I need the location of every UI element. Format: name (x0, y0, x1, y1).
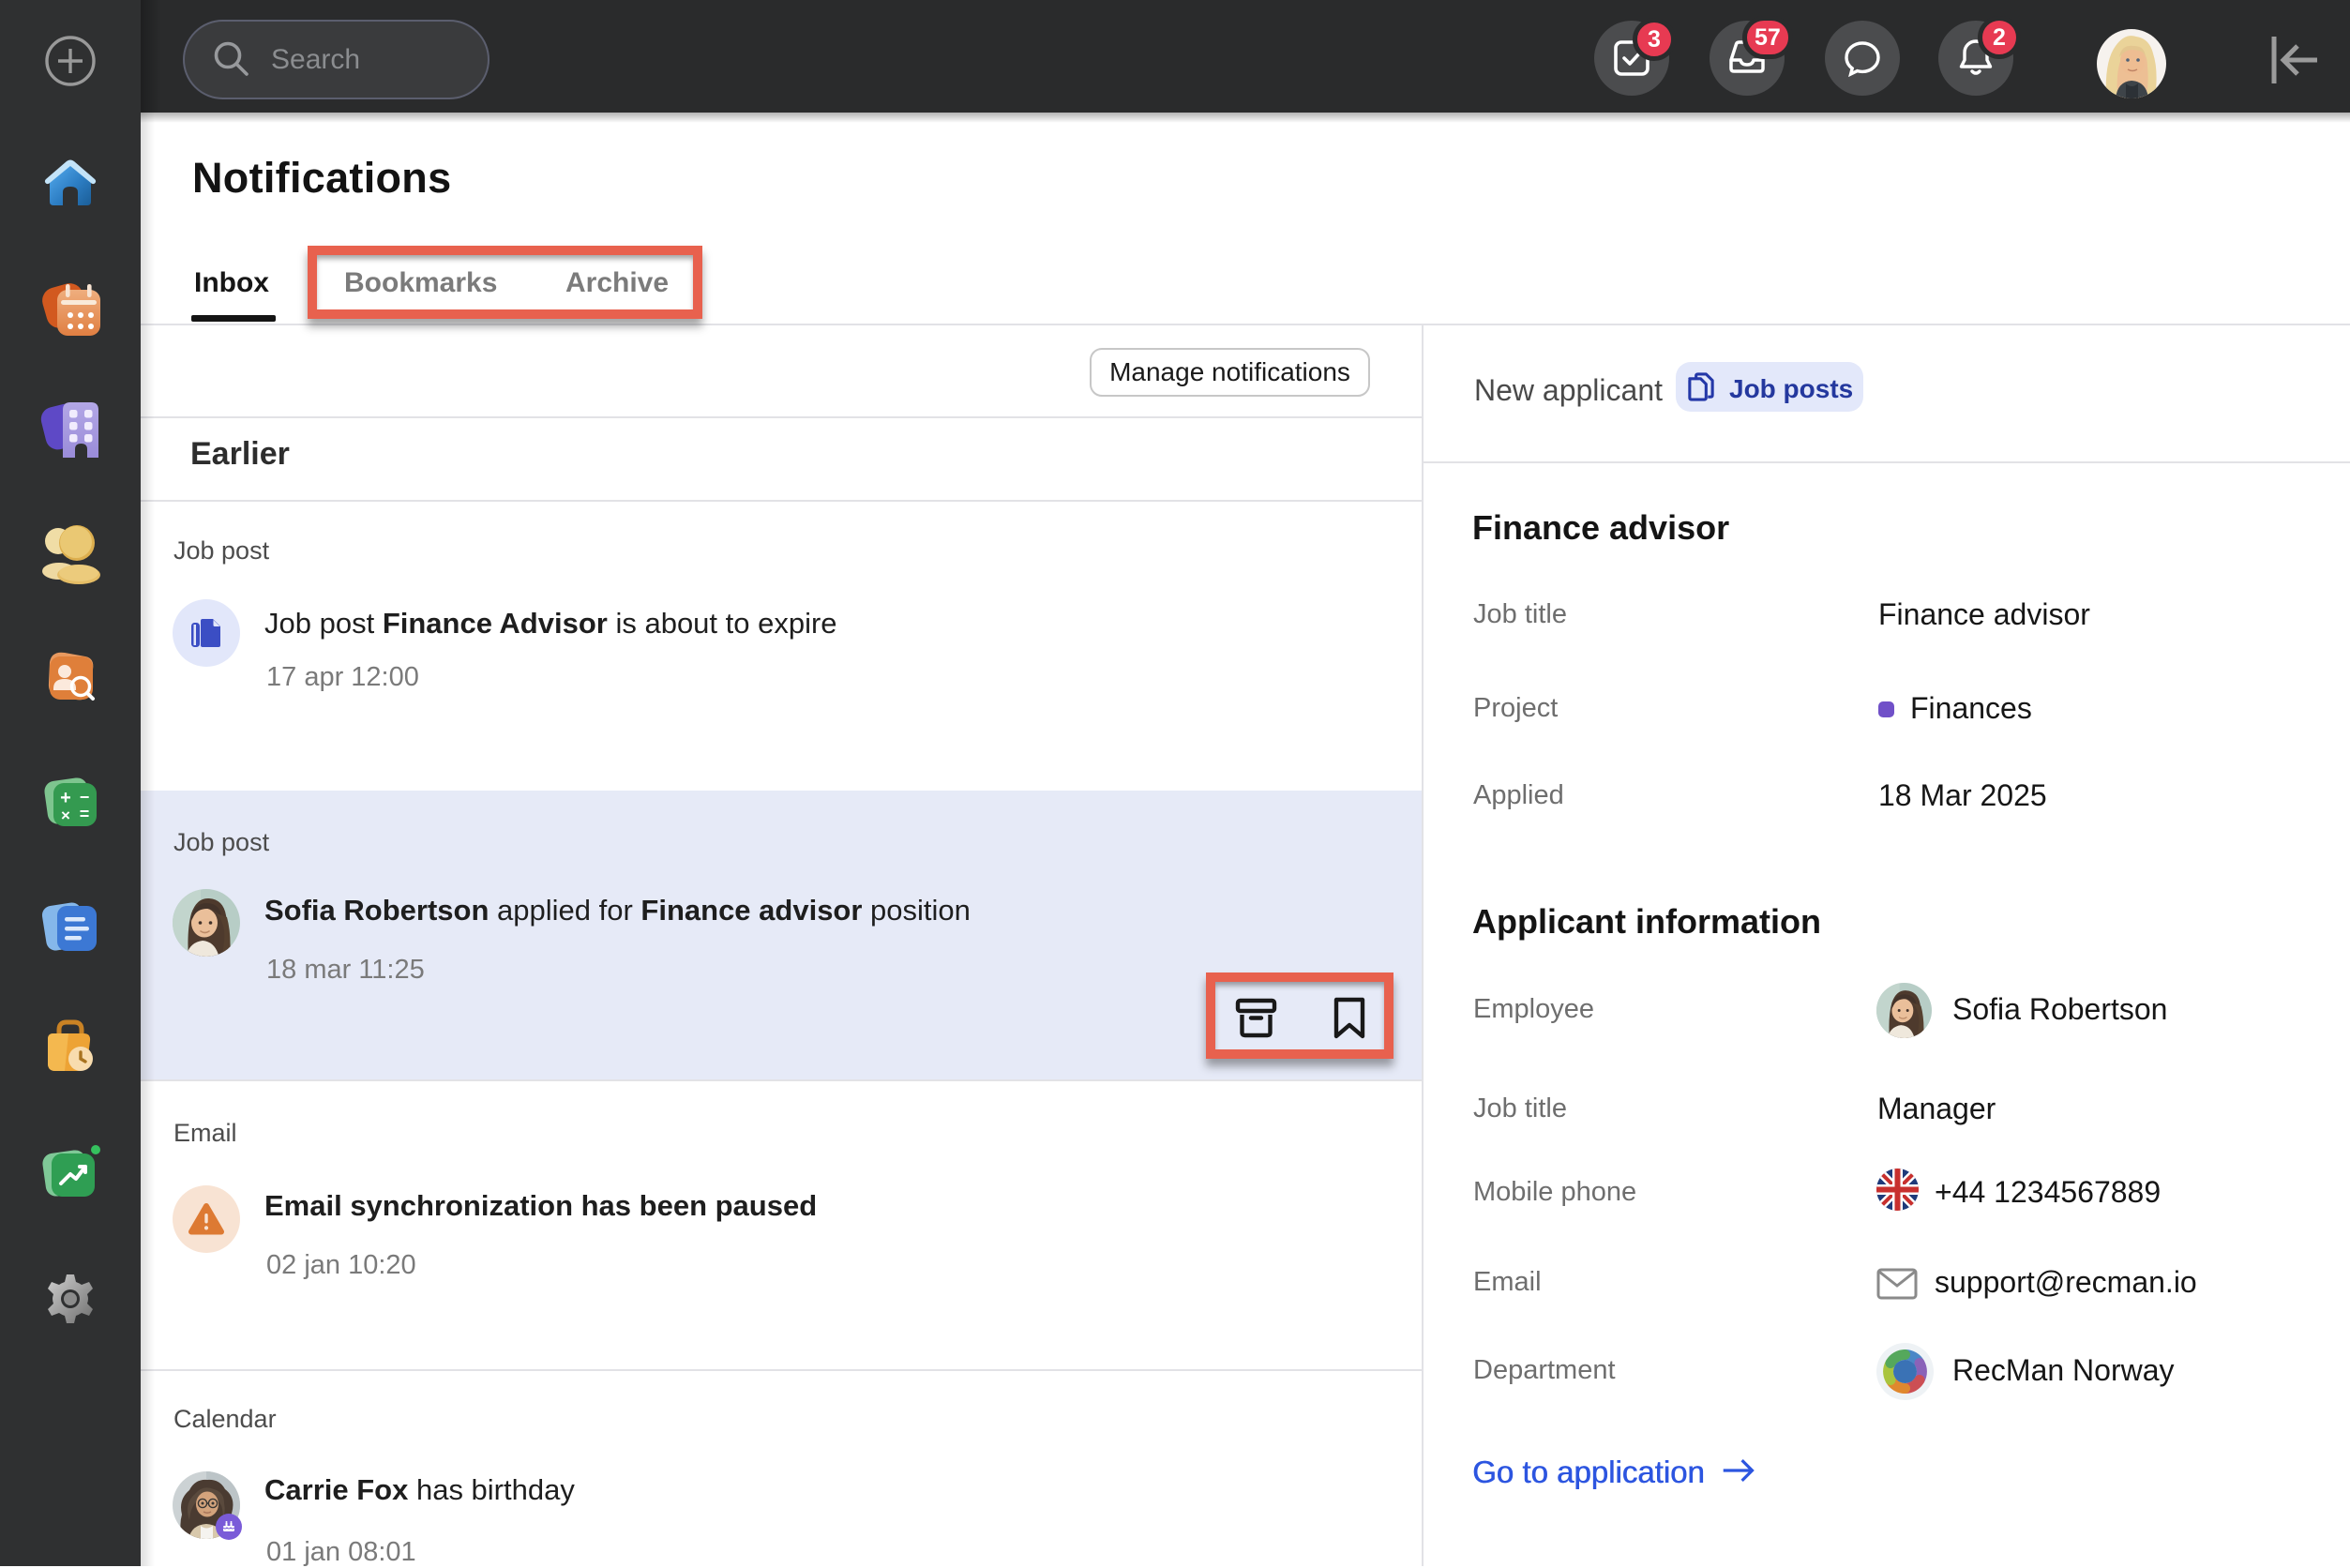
svg-text:=: = (80, 805, 90, 823)
svg-text:×: × (61, 807, 70, 824)
svg-text:−: − (80, 788, 90, 807)
svg-text:+: + (60, 788, 71, 808)
